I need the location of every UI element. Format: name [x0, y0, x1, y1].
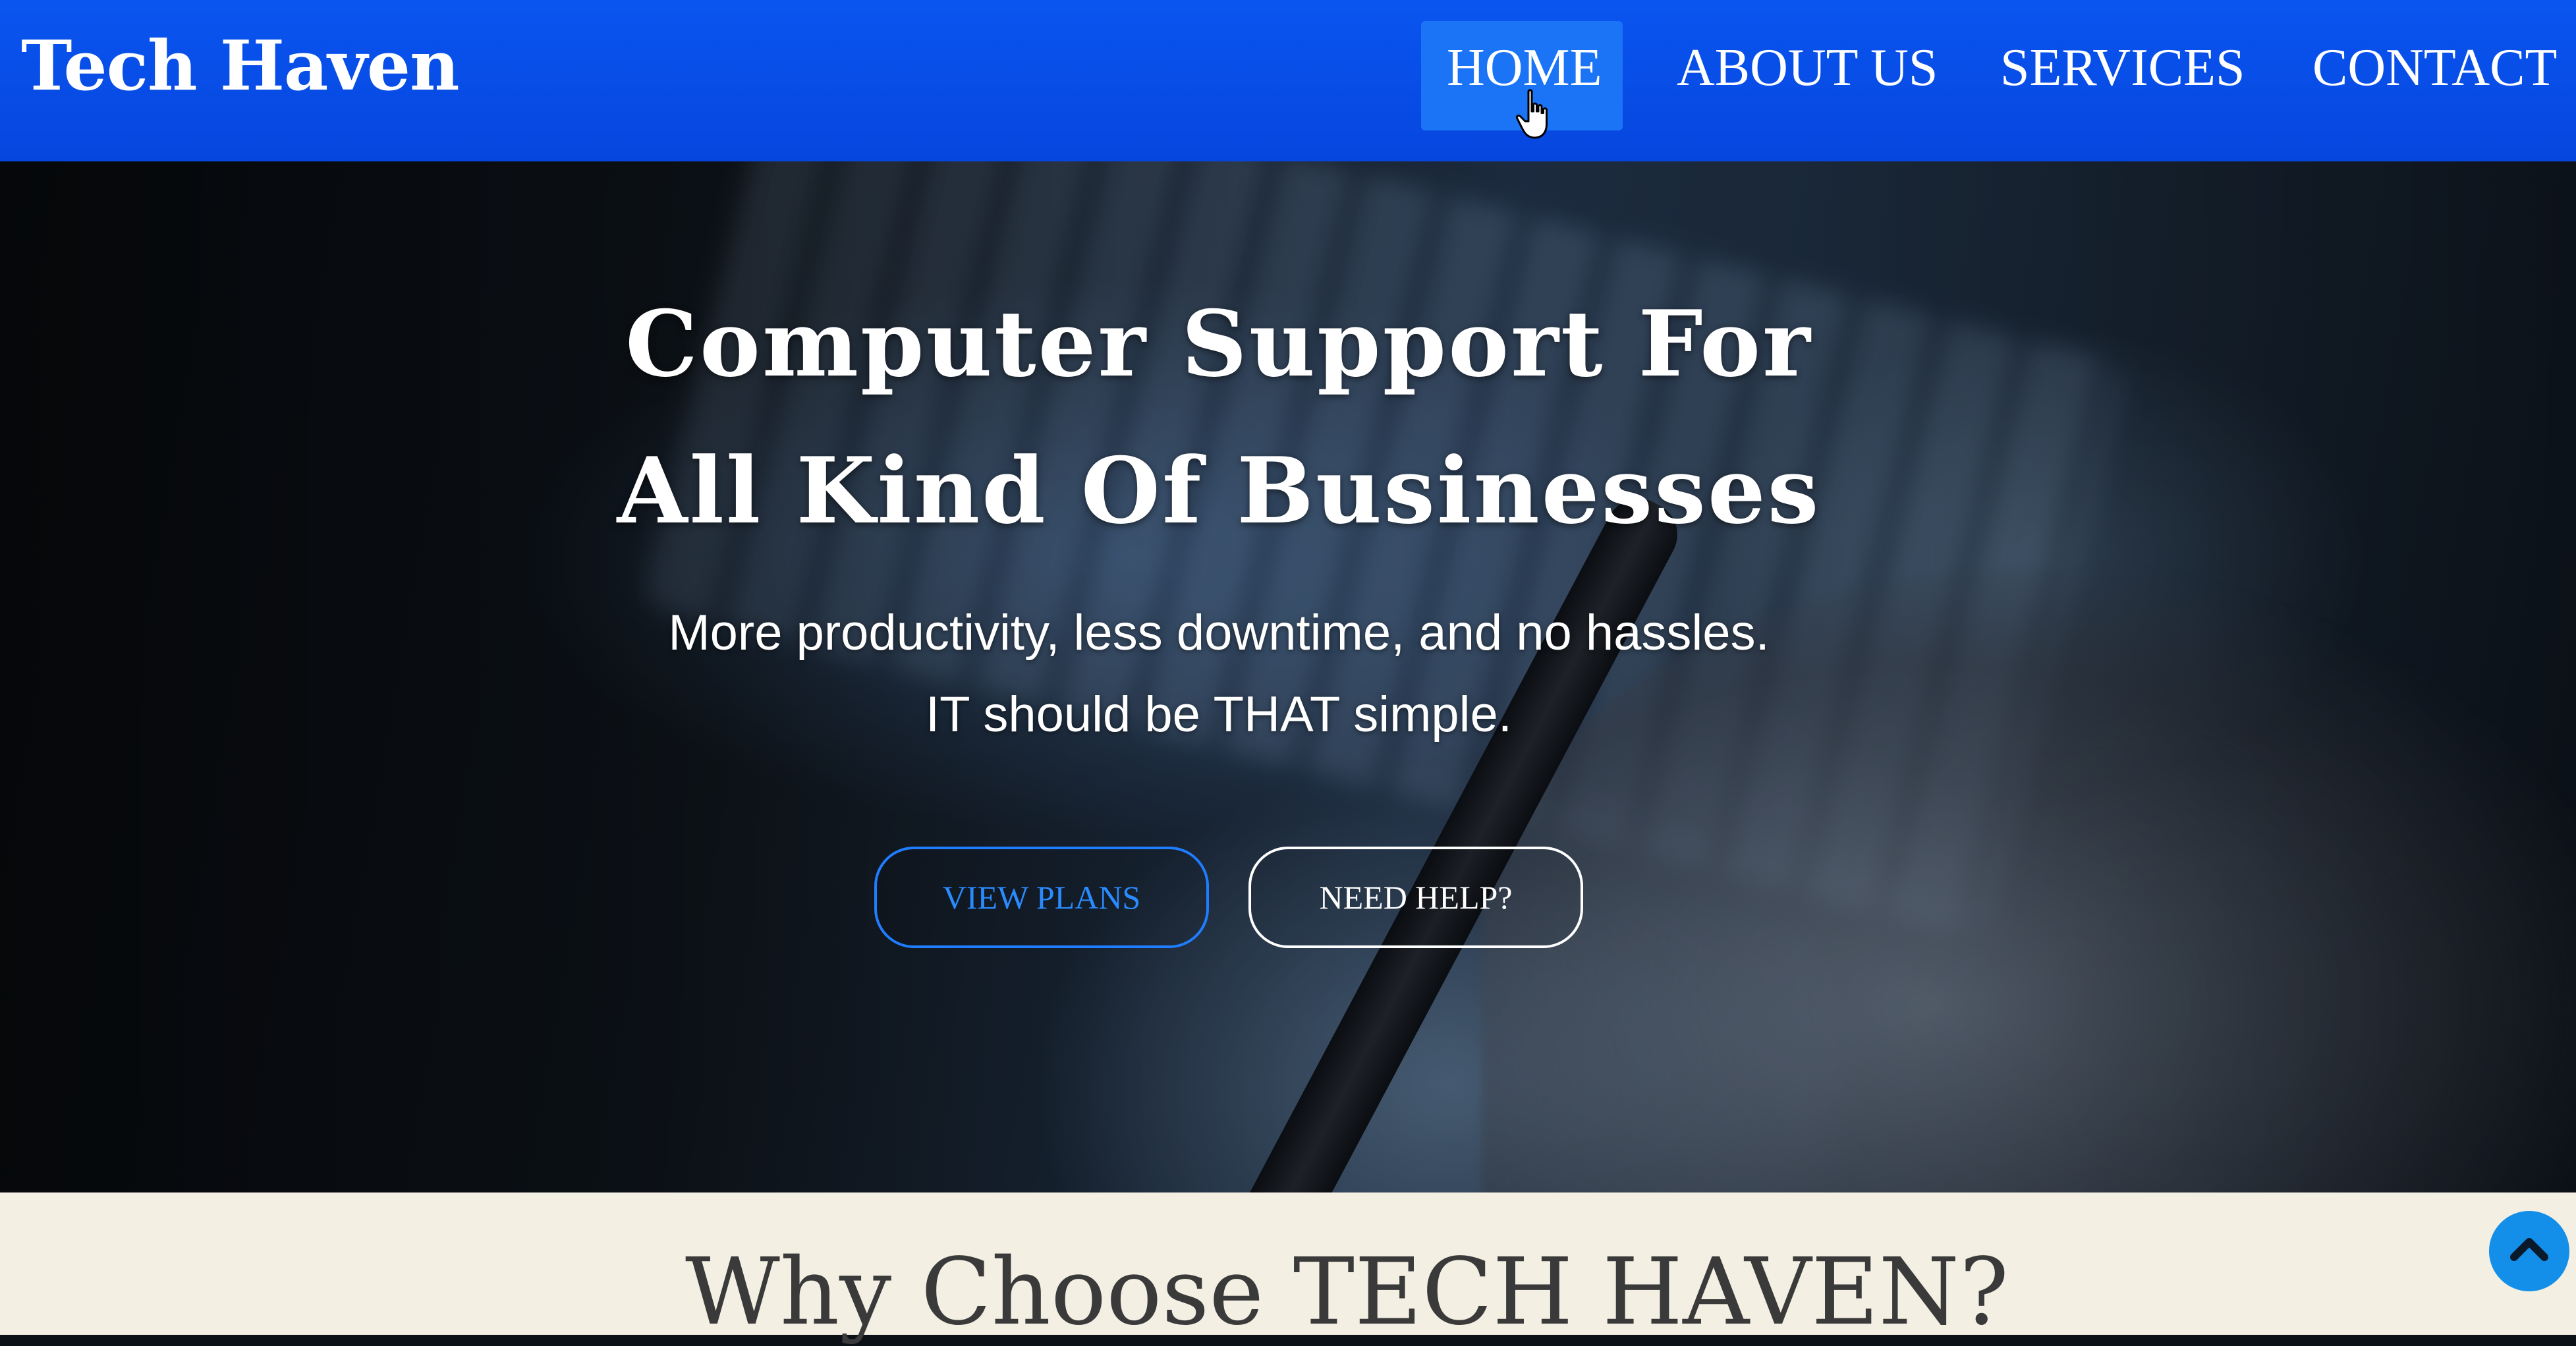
- hero-section: Computer Support For All Kind Of Busines…: [0, 161, 2576, 1192]
- section-title: Why Choose TECH HAVEN?: [685, 1239, 2009, 1346]
- nav-item-contact[interactable]: CONTACT: [2312, 38, 2557, 98]
- hero-title-line-2: All Kind Of Businesses: [617, 437, 1821, 544]
- hero-subtitle-line-1: More productivity, less downtime, and no…: [668, 605, 1770, 661]
- brand-logo[interactable]: Tech Haven: [21, 25, 460, 106]
- view-plans-button[interactable]: VIEW PLANS: [874, 847, 1209, 948]
- nav-item-services[interactable]: SERVICES: [2000, 38, 2245, 98]
- need-help-button[interactable]: NEED HELP?: [1248, 847, 1583, 948]
- navbar: Tech Haven HOME ABOUT US SERVICES CONTAC…: [0, 0, 2576, 161]
- hero-subtitle-line-2: IT should be THAT simple.: [926, 687, 1512, 743]
- nav-item-about-us[interactable]: ABOUT US: [1677, 38, 1938, 98]
- scroll-to-top-button[interactable]: [2489, 1211, 2569, 1291]
- chevron-up-icon: [2510, 1238, 2548, 1261]
- hero-title-line-1: Computer Support For: [625, 290, 1812, 397]
- why-choose-section: Why Choose TECH HAVEN?: [0, 1192, 2576, 1346]
- hand-pointer-icon: [1515, 89, 1548, 139]
